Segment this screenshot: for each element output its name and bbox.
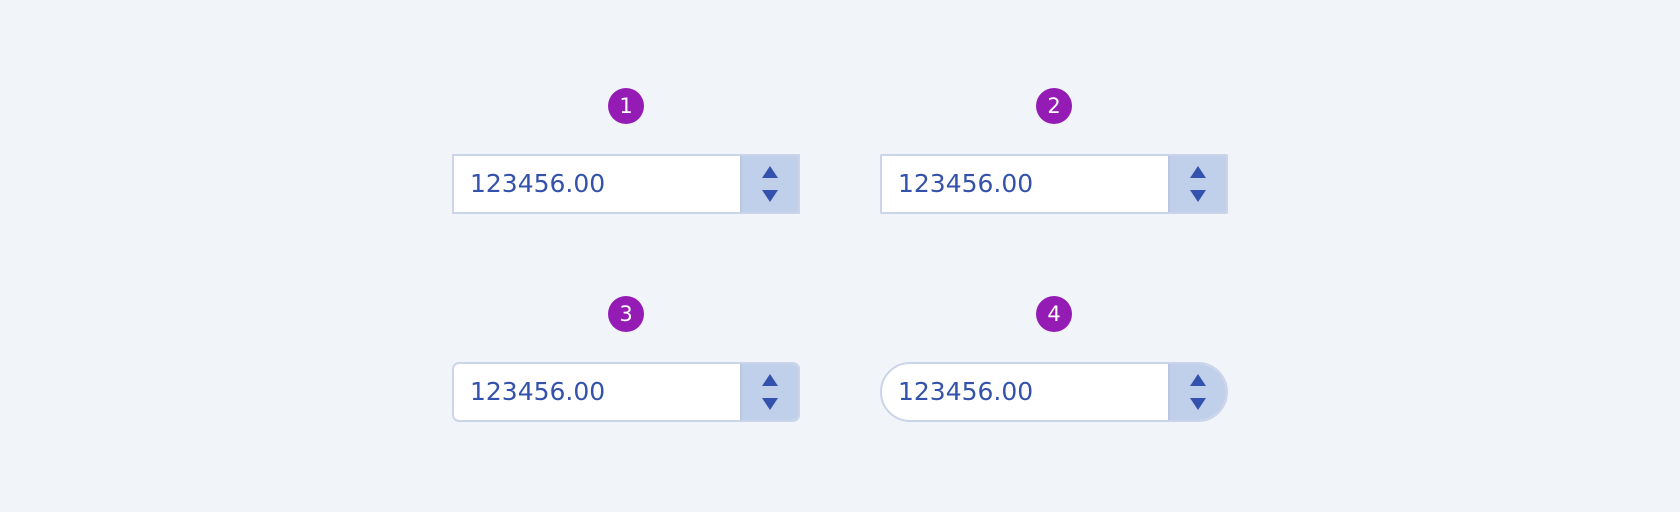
example-number-badge: 4 [1036, 296, 1072, 332]
spin-buttons [1168, 156, 1226, 212]
spin-buttons [740, 364, 798, 420]
example-number-badge: 2 [1036, 88, 1072, 124]
triangle-up-icon[interactable] [762, 166, 778, 178]
triangle-down-icon[interactable] [762, 398, 778, 410]
numeric-stepper: 123456.00 [452, 154, 800, 214]
number-input[interactable]: 123456.00 [882, 364, 1168, 420]
example-number-badge: 3 [608, 296, 644, 332]
number-input[interactable]: 123456.00 [454, 156, 740, 212]
triangle-down-icon[interactable] [1190, 190, 1206, 202]
triangle-up-icon[interactable] [1190, 166, 1206, 178]
number-input[interactable]: 123456.00 [882, 156, 1168, 212]
numeric-stepper: 123456.00 [880, 362, 1228, 422]
numeric-stepper: 123456.00 [452, 362, 800, 422]
triangle-up-icon[interactable] [1190, 374, 1206, 386]
numeric-stepper: 123456.00 [880, 154, 1228, 214]
spin-buttons [740, 156, 798, 212]
example-number-badge: 1 [608, 88, 644, 124]
number-input[interactable]: 123456.00 [454, 364, 740, 420]
triangle-up-icon[interactable] [762, 374, 778, 386]
triangle-down-icon[interactable] [1190, 398, 1206, 410]
spin-buttons [1168, 364, 1226, 420]
triangle-down-icon[interactable] [762, 190, 778, 202]
